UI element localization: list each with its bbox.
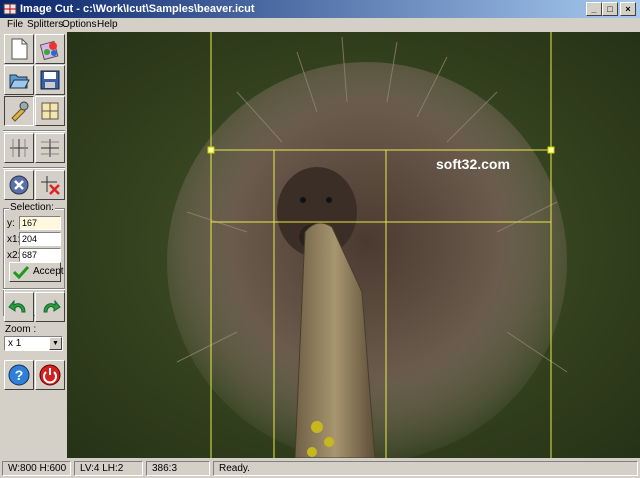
status-bar: W:800 H:600 LV:4 LH:2 386:3 Ready. — [0, 458, 640, 478]
split-horizontal-icon — [41, 139, 59, 157]
status-dimensions: W:800 H:600 — [2, 461, 71, 476]
redo-icon — [43, 299, 61, 313]
menu-help[interactable]: Help — [97, 18, 118, 32]
separator — [3, 288, 65, 290]
x1-field[interactable]: 204 — [19, 232, 61, 246]
new-document-icon — [11, 38, 28, 60]
undo-button[interactable] — [4, 292, 34, 322]
exit-button[interactable] — [35, 360, 65, 390]
new-button[interactable] — [4, 34, 34, 64]
maximize-button[interactable]: □ — [602, 2, 618, 16]
exit-icon — [39, 364, 61, 386]
open-button[interactable] — [4, 65, 34, 95]
grid-icon — [41, 102, 59, 120]
check-icon — [13, 265, 29, 279]
separator — [3, 130, 65, 132]
open-folder-icon — [9, 74, 30, 89]
grid-button[interactable] — [35, 96, 65, 126]
cancel-icon — [9, 175, 29, 195]
x2-field[interactable]: 687 — [19, 248, 61, 262]
help-button[interactable]: ? — [4, 360, 34, 390]
svg-text:?: ? — [15, 367, 24, 383]
save-button[interactable] — [35, 65, 65, 95]
paint-button[interactable] — [35, 34, 65, 64]
status-message: Ready. — [213, 461, 638, 476]
watermark: soft32.com — [436, 156, 510, 172]
splitter-guides — [207, 32, 555, 458]
accept-button[interactable]: Accept — [9, 262, 64, 282]
zoom-label: Zoom : — [5, 324, 37, 335]
selection-label: Selection: — [9, 202, 55, 213]
redo-button[interactable] — [35, 292, 65, 322]
split-horizontal-button[interactable] — [35, 133, 65, 163]
delete-splitter-button[interactable] — [35, 170, 65, 200]
chevron-down-icon[interactable]: ▼ — [49, 337, 62, 350]
menu-options[interactable]: Options — [62, 18, 96, 32]
app-icon — [3, 3, 17, 15]
zoom-select[interactable]: x 1 ▼ — [4, 336, 63, 351]
close-button[interactable]: × — [620, 2, 636, 16]
zoom-value: x 1 — [8, 338, 22, 349]
delete-splitter-icon — [41, 176, 60, 195]
y-field[interactable]: 167 — [19, 216, 61, 230]
split-vertical-button[interactable] — [4, 133, 34, 163]
edit-button[interactable] — [4, 96, 34, 126]
y-label: y: — [7, 218, 15, 229]
cancel-button[interactable] — [4, 170, 34, 200]
edit-tool-icon — [11, 101, 29, 122]
split-vertical-icon — [10, 139, 28, 157]
image-canvas[interactable] — [67, 32, 640, 458]
undo-icon — [8, 299, 26, 313]
title-bar[interactable]: Image Cut - c:\Work\Icut\Samples\beaver.… — [0, 0, 640, 18]
menu-file[interactable]: File — [7, 18, 23, 32]
menu-bar: File Splitters Options Help — [0, 18, 640, 32]
tool-panel: Selection: y: 167 x1: 204 x2: 687 Accept… — [0, 32, 67, 458]
paint-icon — [39, 40, 59, 60]
window-title: Image Cut - c:\Work\Icut\Samples\beaver.… — [20, 3, 255, 15]
accept-label: Accept — [33, 266, 64, 277]
minimize-button[interactable]: _ — [586, 2, 602, 16]
status-coords: 386:3 — [146, 461, 210, 476]
separator — [3, 167, 65, 169]
save-disk-icon — [40, 70, 60, 90]
menu-splitters[interactable]: Splitters — [27, 18, 63, 32]
status-levels: LV:4 LH:2 — [74, 461, 143, 476]
help-icon: ? — [8, 364, 30, 386]
